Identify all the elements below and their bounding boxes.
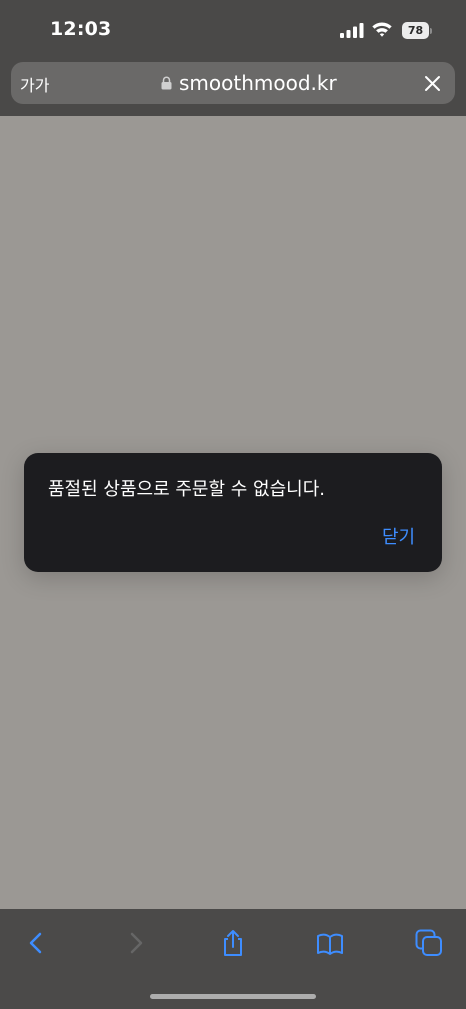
alert-dialog: 품절된 상품으로 주문할 수 없습니다. 닫기	[24, 453, 442, 572]
cellular-signal-icon	[340, 23, 364, 38]
text-size-button[interactable]: 가가	[20, 72, 49, 96]
status-time: 12:03	[50, 18, 112, 40]
wifi-icon	[372, 22, 392, 37]
address-bar[interactable]: 가가 smoothmood.kr	[11, 62, 455, 104]
share-icon[interactable]	[219, 929, 247, 957]
url-display[interactable]: smoothmood.kr	[161, 71, 337, 95]
home-indicator	[150, 994, 316, 999]
browser-address-area: 가가 smoothmood.kr	[0, 58, 466, 116]
status-bar: 12:03 78	[0, 0, 466, 58]
close-icon[interactable]	[424, 75, 441, 92]
battery-icon: 78	[402, 22, 432, 39]
alert-message: 품절된 상품으로 주문할 수 없습니다.	[48, 479, 326, 500]
url-text: smoothmood.kr	[179, 71, 337, 95]
battery-level: 78	[402, 22, 429, 39]
chevron-left-icon[interactable]	[22, 929, 50, 957]
tabs-icon[interactable]	[415, 929, 443, 957]
lock-icon	[161, 76, 172, 90]
alert-close-button[interactable]: 닫기	[382, 523, 415, 549]
battery-cap	[430, 28, 432, 34]
chevron-right-icon[interactable]	[122, 929, 150, 957]
book-icon[interactable]	[316, 929, 344, 957]
browser-toolbar	[0, 909, 466, 1009]
